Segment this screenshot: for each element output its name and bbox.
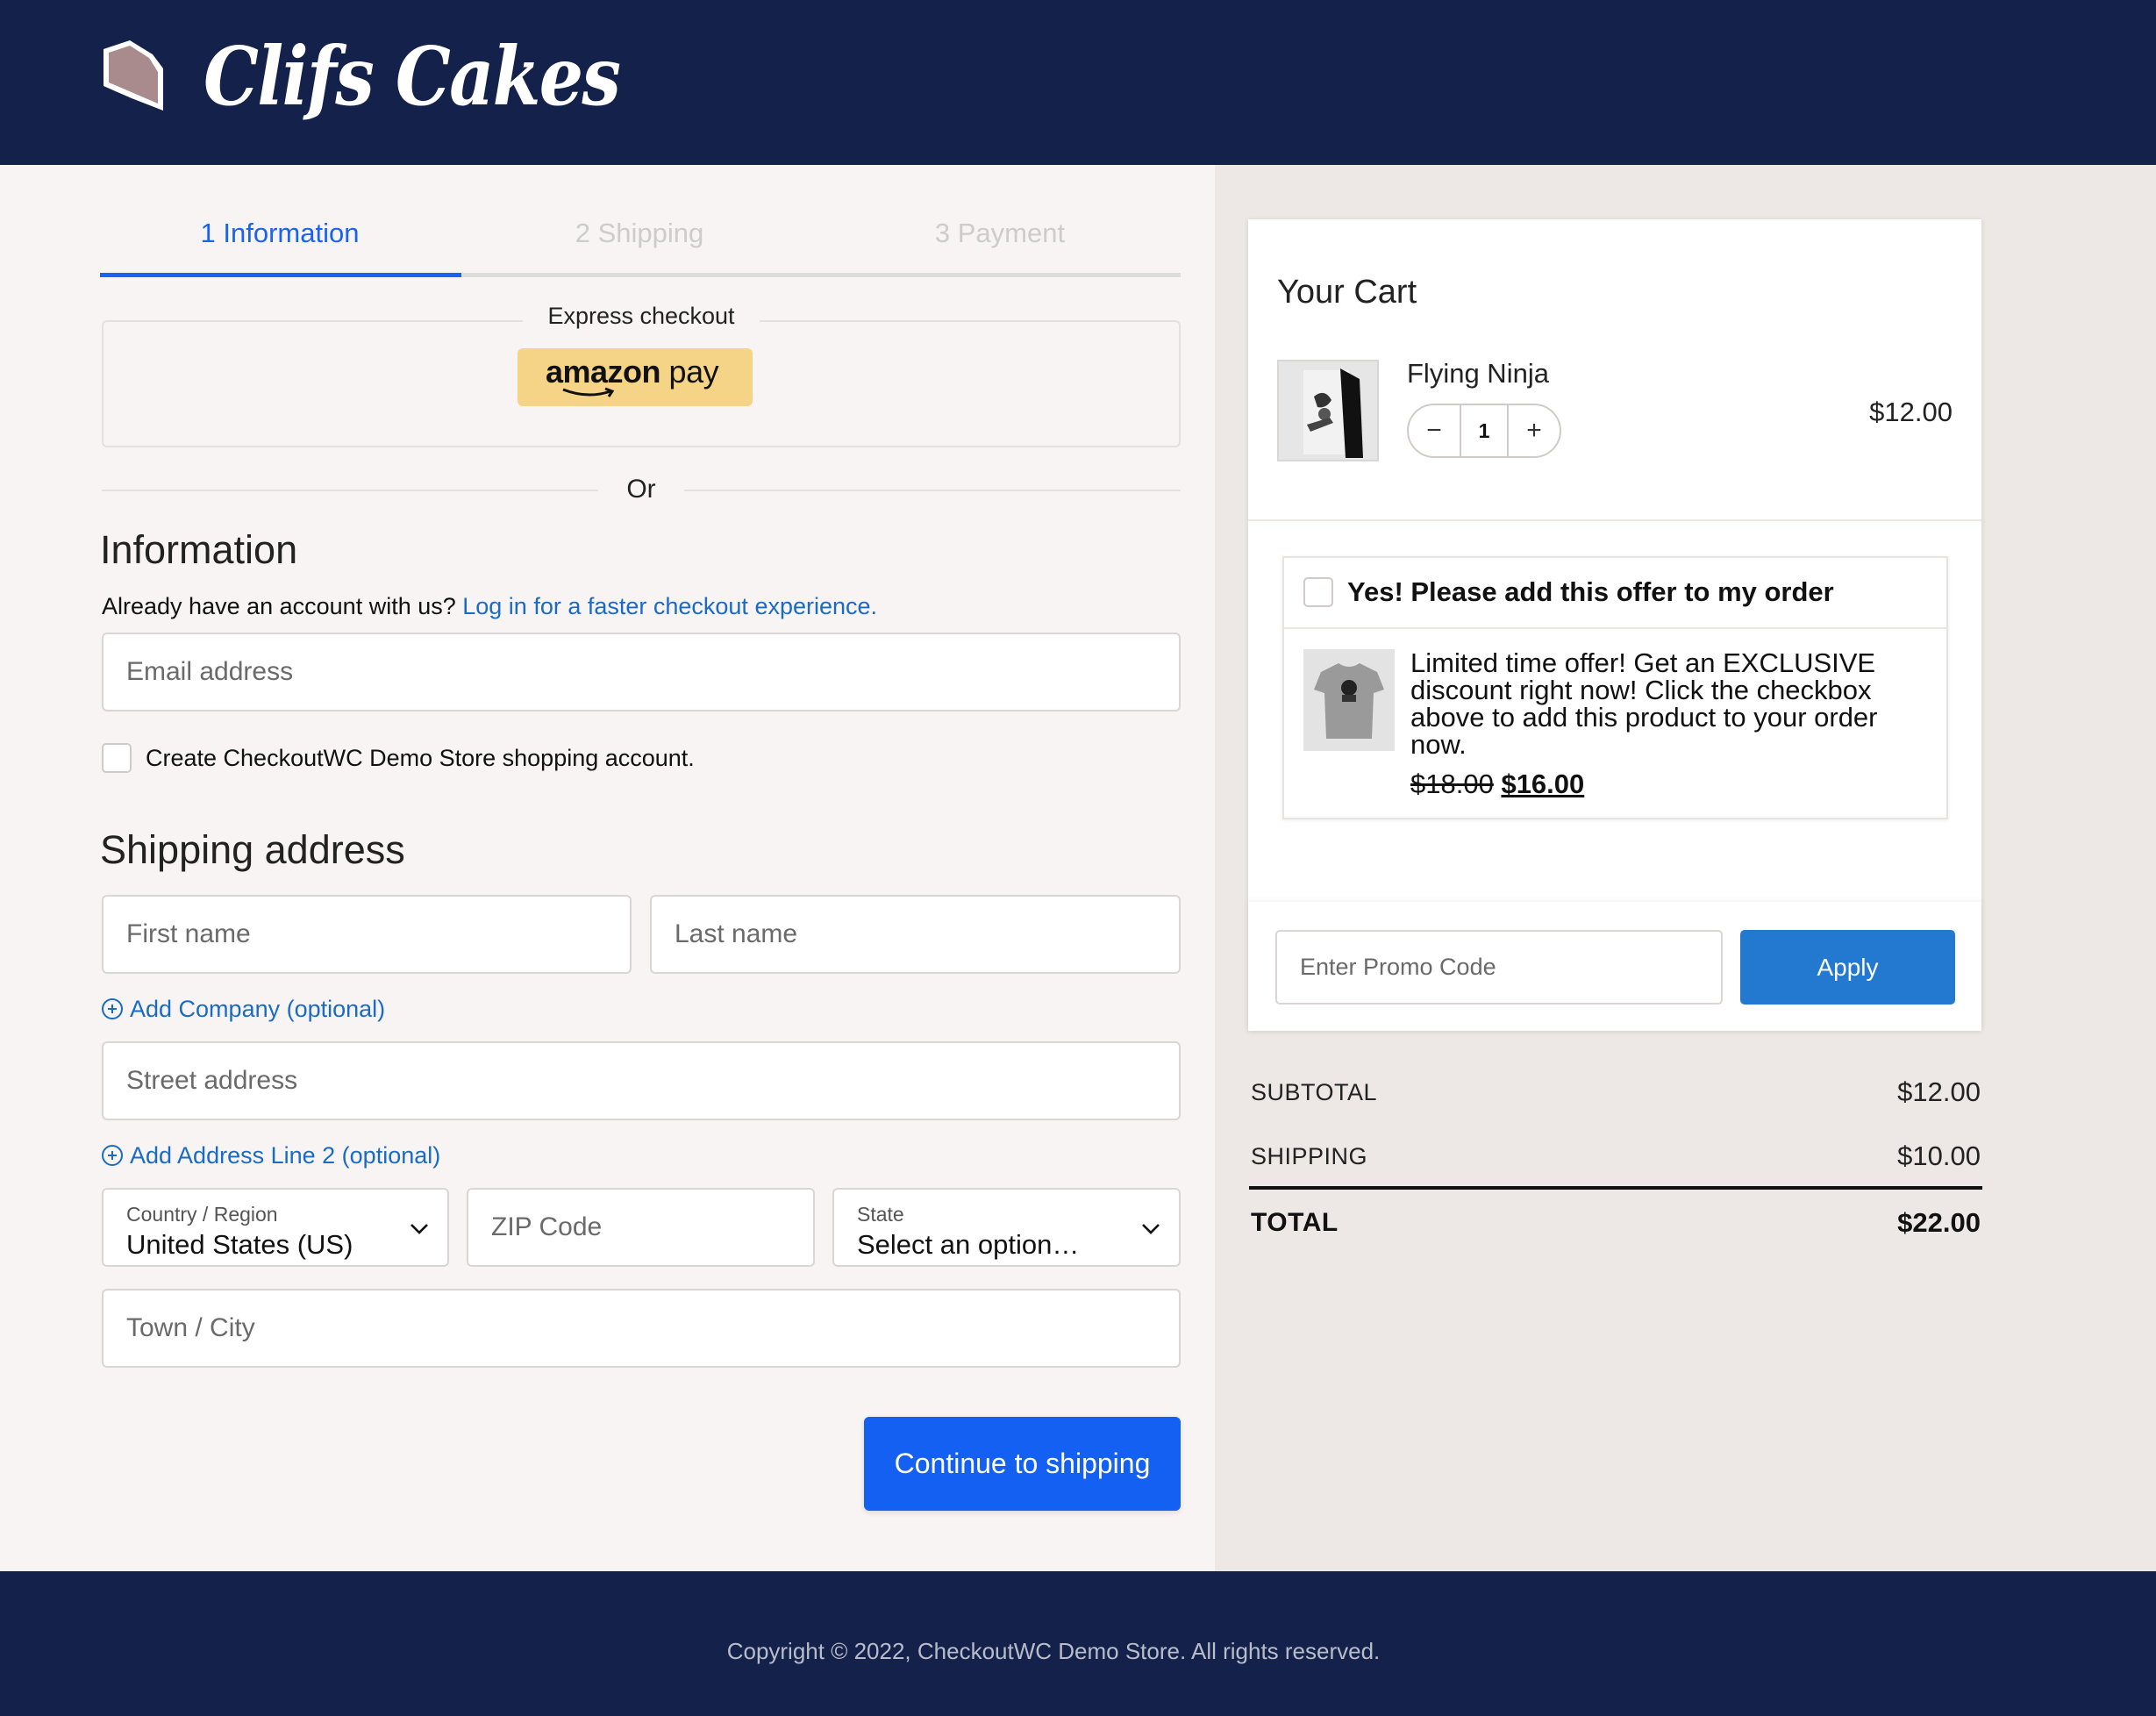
or-divider-text: Or <box>626 475 656 504</box>
step-information[interactable]: 1 Information <box>100 219 460 277</box>
subtotal-row: SUBTOTAL $12.00 <box>1251 1075 1981 1110</box>
offer-old-price: $18.00 <box>1410 769 1494 799</box>
site-footer: Copyright © 2022, CheckoutWC Demo Store.… <box>0 1571 2156 1716</box>
offer-divider <box>1284 627 1946 629</box>
shipping-address-heading: Shipping address <box>100 827 405 872</box>
email-placeholder: Email address <box>126 657 294 686</box>
state-value: Select an option… <box>857 1229 1080 1260</box>
country-value: United States (US) <box>126 1229 353 1260</box>
shipping-label: SHIPPING <box>1251 1143 1368 1169</box>
amazon-pay-logo: amazon pay <box>546 354 719 390</box>
amazon-smile-icon <box>562 387 615 397</box>
brand-logo-text[interactable]: Clifs Cakes <box>203 19 621 133</box>
add-address-line2-label: Add Address Line 2 (optional) <box>130 1142 441 1169</box>
amazon-pay-button[interactable]: amazon pay <box>518 348 753 406</box>
town-city-placeholder: Town / City <box>126 1313 255 1342</box>
continue-to-shipping-button[interactable]: Continue to shipping <box>864 1417 1181 1511</box>
town-city-field[interactable]: Town / City <box>102 1289 1181 1368</box>
offer-prices: $18.00 $16.00 <box>1410 769 1584 800</box>
amazon-pay-word: pay <box>660 354 719 390</box>
country-label: Country / Region <box>126 1203 278 1226</box>
poster-image <box>1279 361 1377 460</box>
divider-right <box>684 490 1181 491</box>
offer-description: Limited time offer! Get an EXCLUSIVE dis… <box>1410 647 1878 760</box>
chevron-down-icon <box>410 1224 428 1234</box>
amazon-wordmark: amazon <box>546 354 661 390</box>
product-price: $12.00 <box>1869 397 1953 427</box>
country-select[interactable]: Country / Region United States (US) <box>102 1188 449 1267</box>
total-label: TOTAL <box>1251 1208 1339 1237</box>
zip-code-field[interactable]: ZIP Code <box>467 1188 815 1267</box>
login-link[interactable]: Log in for a faster checkout experience. <box>462 593 877 619</box>
apply-promo-button[interactable]: Apply <box>1740 930 1955 1005</box>
first-name-placeholder: First name <box>126 919 251 948</box>
steps-progress-active <box>100 273 461 277</box>
step-payment[interactable]: 3 Payment <box>820 219 1180 277</box>
cart-title: Your Cart <box>1277 274 1417 311</box>
cake-slice-icon[interactable] <box>100 37 167 114</box>
zip-code-placeholder: ZIP Code <box>491 1212 603 1241</box>
state-label: State <box>857 1203 904 1226</box>
tshirt-image <box>1303 649 1395 751</box>
information-heading: Information <box>100 527 298 572</box>
add-address-line2-link[interactable]: Add Address Line 2 (optional) <box>102 1140 440 1170</box>
email-field[interactable]: Email address <box>102 633 1181 711</box>
quantity-stepper[interactable]: − 1 + <box>1407 404 1561 458</box>
quantity-increase-button[interactable]: + <box>1509 405 1560 456</box>
add-company-link[interactable]: Add Company (optional) <box>102 994 385 1024</box>
total-row: TOTAL $22.00 <box>1251 1205 1981 1241</box>
street-address-field[interactable]: Street address <box>102 1041 1181 1120</box>
step-shipping[interactable]: 2 Shipping <box>460 219 819 277</box>
quantity-decrease-button[interactable]: − <box>1409 405 1460 456</box>
create-account-checkbox[interactable] <box>102 743 132 773</box>
quantity-value[interactable]: 1 <box>1460 405 1509 456</box>
offer-new-price: $16.00 <box>1501 769 1585 799</box>
product-name: Flying Ninja <box>1407 358 1549 389</box>
subtotal-value: $12.00 <box>1897 1076 1981 1107</box>
offer-checkbox[interactable] <box>1303 577 1333 607</box>
last-name-placeholder: Last name <box>675 919 798 948</box>
total-value: $22.00 <box>1897 1207 1981 1238</box>
copyright-text: Copyright © 2022, CheckoutWC Demo Store.… <box>726 1638 1381 1664</box>
street-address-placeholder: Street address <box>126 1066 298 1095</box>
express-checkout-label: Express checkout <box>523 300 760 332</box>
first-name-field[interactable]: First name <box>102 895 632 974</box>
offer-product-thumbnail <box>1303 649 1395 751</box>
chevron-down-icon <box>1142 1224 1160 1234</box>
account-prompt-text: Already have an account with us? <box>102 593 463 619</box>
plus-circle-icon <box>102 1145 123 1166</box>
promo-code-placeholder: Enter Promo Code <box>1300 954 1496 980</box>
shipping-row: SHIPPING $10.00 <box>1251 1139 1981 1174</box>
total-divider <box>1249 1186 1982 1190</box>
shipping-value: $10.00 <box>1897 1140 1981 1171</box>
site-header: Clifs Cakes <box>0 0 2156 165</box>
account-prompt: Already have an account with us? Log in … <box>102 591 877 621</box>
checkout-steps: 1 Information 2 Shipping 3 Payment <box>100 219 1181 277</box>
add-company-label: Add Company (optional) <box>130 996 386 1022</box>
divider-left <box>102 490 598 491</box>
subtotal-label: SUBTOTAL <box>1251 1079 1378 1105</box>
state-select[interactable]: State Select an option… <box>832 1188 1181 1267</box>
product-thumbnail <box>1277 360 1379 461</box>
cart-divider <box>1248 519 1981 521</box>
last-name-field[interactable]: Last name <box>650 895 1181 974</box>
create-account-label[interactable]: Create CheckoutWC Demo Store shopping ac… <box>146 743 695 773</box>
promo-code-input[interactable]: Enter Promo Code <box>1275 930 1723 1005</box>
offer-heading[interactable]: Yes! Please add this offer to my order <box>1347 576 1834 609</box>
plus-circle-icon <box>102 998 123 1019</box>
